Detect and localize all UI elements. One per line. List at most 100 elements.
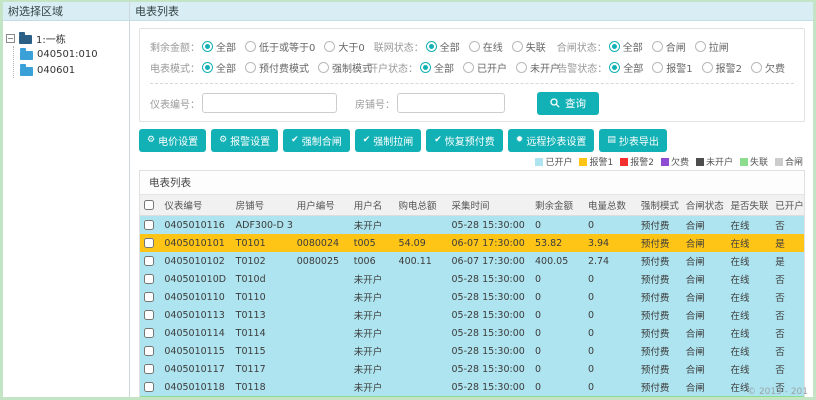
- cell: [293, 216, 350, 235]
- cell: 未开户: [353, 275, 383, 286]
- cell: 在线: [730, 257, 750, 268]
- tree-expander-icon[interactable]: −: [6, 33, 15, 43]
- cell: 合闸: [685, 239, 705, 250]
- cell: T0118: [235, 381, 266, 393]
- radio-option[interactable]: 全部: [202, 60, 236, 75]
- radio-option[interactable]: 在线: [468, 39, 503, 54]
- row-select-cell: [140, 306, 160, 324]
- row-checkbox[interactable]: [144, 292, 154, 302]
- radio-icon[interactable]: [694, 41, 706, 52]
- radio-selected-icon[interactable]: [202, 41, 213, 52]
- radio-option[interactable]: 全部: [609, 60, 643, 75]
- action-button[interactable]: ✹ 远程抄表设置: [507, 129, 595, 152]
- row-checkbox[interactable]: [144, 310, 154, 320]
- radio-option[interactable]: 全部: [202, 39, 236, 54]
- radio-icon[interactable]: [468, 41, 480, 52]
- table-panel: 电表列表 仪表编号 房铺号 用户编号 用户名 购电总额 采集时间 剩余金额 电量总数 强制模式合…: [139, 170, 805, 397]
- action-button[interactable]: ✔ 强制合闸: [283, 129, 350, 152]
- radio-option[interactable]: 预付费模式: [245, 60, 309, 75]
- table-row[interactable]: 0405010116 ADF300-D 3 未开户 05-28 15:30:00 0 0 预…: [140, 215, 804, 235]
- action-button[interactable]: ▤ 抄表导出: [599, 129, 667, 152]
- tree-node-label: 040501:010: [37, 48, 98, 60]
- radio-option[interactable]: 合闸: [651, 39, 686, 54]
- radio-option[interactable]: 报警2: [701, 60, 742, 75]
- row-checkbox[interactable]: [144, 382, 154, 392]
- row-checkbox[interactable]: [144, 238, 154, 248]
- cell: 否: [775, 329, 785, 340]
- action-button[interactable]: ⚙ 报警设置: [211, 129, 279, 152]
- query-button[interactable]: 查询: [537, 91, 599, 115]
- tree-node[interactable]: 040501:010: [19, 46, 126, 62]
- radio-label: 低于或等于0: [259, 43, 316, 54]
- cell: 预付费: [640, 275, 670, 286]
- table-row[interactable]: 0405010101 T0101 0080024 t005 54.09 06-07 17:…: [140, 234, 804, 252]
- radio-selected-icon[interactable]: [420, 62, 431, 73]
- tree-node[interactable]: 040601: [19, 62, 126, 78]
- radio-selected-icon[interactable]: [202, 62, 213, 73]
- radio-icon[interactable]: [516, 62, 527, 73]
- table-row[interactable]: 0405010118 T0118 未开户 05-28 15:30:00 0 0 预付费 合闸在…: [140, 378, 804, 396]
- cell: 0: [587, 219, 594, 231]
- meter-no-input[interactable]: [202, 93, 337, 113]
- radio-selected-icon[interactable]: [608, 41, 620, 52]
- radio-option[interactable]: 全部: [420, 60, 454, 75]
- row-checkbox[interactable]: [144, 220, 154, 230]
- radio-icon[interactable]: [652, 62, 664, 73]
- check-icon: ✔: [434, 135, 442, 145]
- row-checkbox[interactable]: [144, 346, 154, 356]
- row-checkbox[interactable]: [144, 256, 154, 266]
- row-checkbox[interactable]: [144, 364, 154, 374]
- radio-icon[interactable]: [324, 41, 336, 52]
- table-row[interactable]: 0405010117 T0117 未开户 05-28 15:30:00 0 0 预付费 合闸 在…: [140, 360, 804, 378]
- radio-selected-icon[interactable]: [609, 62, 621, 73]
- radio-selected-icon[interactable]: [425, 41, 437, 52]
- radio-option[interactable]: 失联: [511, 39, 546, 54]
- table-row[interactable]: 040501010D T010d 未开户 05-28 15:30:00 0 0 预付费 合闸 在…: [140, 270, 804, 288]
- cell: 0: [535, 309, 542, 321]
- radio-option[interactable]: 已开户: [463, 60, 507, 75]
- action-button[interactable]: ⚙ 电价设置: [139, 129, 207, 152]
- table-row[interactable]: 0405010102 T0102 0080025 t006 400.11 06-07 17…: [140, 252, 804, 270]
- radio-icon[interactable]: [651, 41, 663, 52]
- radio-icon[interactable]: [511, 41, 523, 52]
- tree-node-root[interactable]: − 1:一栋: [6, 30, 126, 46]
- radio-option[interactable]: 欠费: [751, 60, 785, 75]
- room-no-input[interactable]: [397, 93, 505, 113]
- radio-icon[interactable]: [701, 62, 713, 73]
- table-row[interactable]: 0405010113 T0113 未开户 05-28 15:30:00 0 0 预付费 合闸 在…: [140, 306, 804, 324]
- radio-icon[interactable]: [463, 62, 474, 73]
- cell: [395, 378, 448, 396]
- select-all-checkbox[interactable]: [144, 200, 154, 210]
- radio-icon[interactable]: [751, 62, 762, 73]
- table-row[interactable]: 0405010114 T0114 未开户 05-28 15:30:00 0 0 预付费 合闸 在…: [140, 324, 804, 342]
- cell: 预付费: [640, 383, 670, 394]
- radio-icon[interactable]: [245, 62, 256, 73]
- radio-option[interactable]: 全部: [608, 39, 643, 54]
- cell: t006: [353, 255, 376, 267]
- radio-icon[interactable]: [245, 41, 256, 52]
- filter-label: 剩余金额：: [150, 43, 200, 54]
- table-row[interactable]: 0405010115 T0115 未开户 05-28 15:30:00 0 0 预付费 合闸 在…: [140, 342, 804, 360]
- table-row[interactable]: 0405010110 T0110 未开户 05-28 15:30:00 0 0 预付费 合闸 在…: [140, 288, 804, 306]
- cell: [293, 360, 350, 378]
- action-button-label: 恢复预付费: [444, 137, 495, 148]
- cell: [293, 306, 350, 324]
- table-row[interactable]: 040601010DT6010D0080020t001456.0006-07 1…: [140, 396, 804, 397]
- action-button[interactable]: ✔ 强制拉闸: [354, 129, 422, 152]
- action-button[interactable]: ✔ 恢复预付费: [426, 129, 503, 152]
- radio-option[interactable]: 全部: [425, 39, 460, 54]
- radio-option[interactable]: 低于或等于0: [245, 39, 315, 54]
- row-select-cell: [140, 252, 160, 270]
- radio-option[interactable]: 未开户: [516, 60, 560, 75]
- column-header: 是否失联: [726, 195, 772, 216]
- radio-icon[interactable]: [318, 62, 329, 73]
- divider: [150, 83, 794, 84]
- radio-option[interactable]: 强制模式: [318, 60, 372, 75]
- radio-option[interactable]: 报警1: [652, 60, 693, 75]
- row-checkbox[interactable]: [144, 274, 154, 284]
- tree-node-label[interactable]: 1:一栋: [36, 31, 66, 46]
- legend-label: 报警1: [589, 158, 614, 168]
- radio-option[interactable]: 大于0: [324, 39, 365, 54]
- radio-option[interactable]: 拉闸: [694, 39, 729, 54]
- row-checkbox[interactable]: [144, 328, 154, 338]
